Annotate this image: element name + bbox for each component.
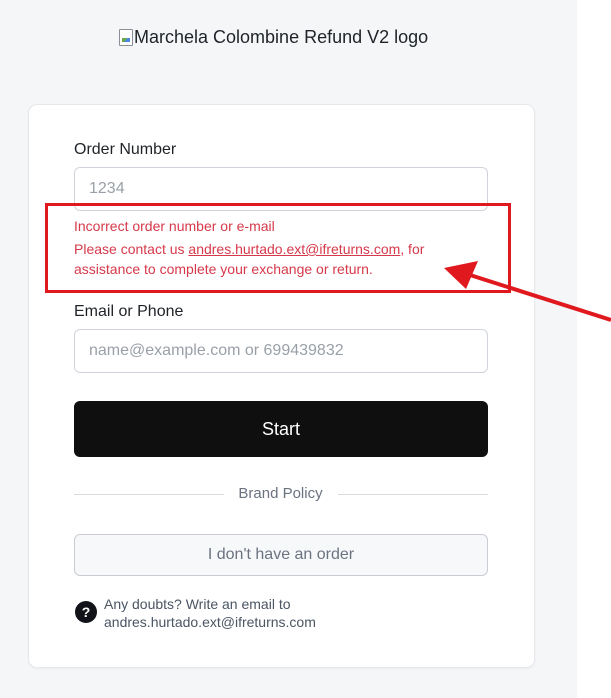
broken-image-icon bbox=[118, 28, 134, 46]
help-text-line-1: Any doubts? Write an email to bbox=[104, 596, 291, 612]
start-button[interactable]: Start bbox=[74, 401, 488, 457]
help-text-line-2: andres.hurtado.ext@ifreturns.com bbox=[104, 614, 316, 630]
no-order-button[interactable]: I don't have an order bbox=[74, 534, 488, 576]
logo-alt-text: Marchela Colombine Refund V2 logo bbox=[134, 26, 429, 47]
question-icon: ? bbox=[75, 601, 97, 623]
brand-logo: Marchela Colombine Refund V2 logo bbox=[118, 24, 428, 50]
annotation-highlight-box bbox=[45, 203, 511, 293]
help-text: Any doubts? Write an email to andres.hur… bbox=[104, 595, 316, 631]
divider-line-right bbox=[338, 494, 488, 495]
order-number-label: Order Number bbox=[74, 141, 177, 158]
email-or-phone-label: Email or Phone bbox=[74, 303, 184, 320]
email-or-phone-input[interactable] bbox=[74, 329, 488, 373]
